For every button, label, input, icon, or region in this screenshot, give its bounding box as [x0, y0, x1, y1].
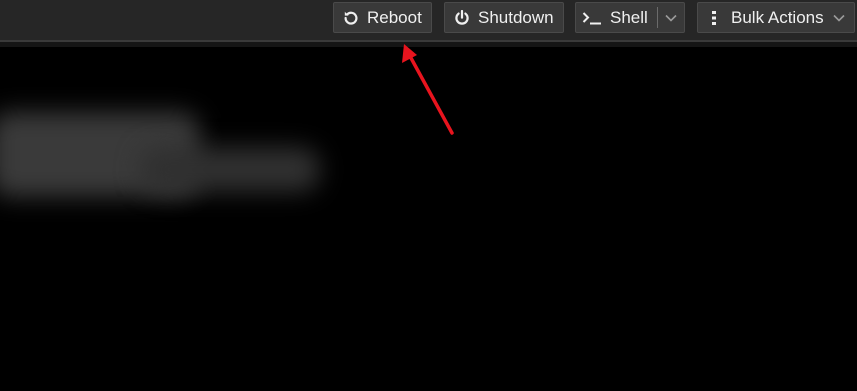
chevron-down-icon — [665, 14, 677, 22]
shell-button[interactable]: Shell — [576, 3, 648, 32]
shutdown-button[interactable]: Shutdown — [444, 2, 564, 33]
reboot-icon — [343, 10, 359, 26]
chevron-down-icon — [833, 14, 845, 22]
action-toolbar: Reboot Shutdown Shell Bulk Actions — [0, 0, 857, 40]
content-area — [0, 47, 857, 391]
vertical-dots-icon — [711, 10, 717, 26]
reboot-button[interactable]: Reboot — [333, 2, 432, 33]
shell-split-button: Shell — [575, 2, 685, 33]
power-icon — [454, 9, 470, 26]
shutdown-label: Shutdown — [478, 7, 554, 27]
bulk-actions-label: Bulk Actions — [731, 7, 824, 27]
terminal-icon — [582, 11, 602, 25]
bulk-actions-button[interactable]: Bulk Actions — [697, 2, 855, 33]
blurred-content-tail — [140, 147, 320, 192]
reboot-label: Reboot — [367, 7, 422, 27]
shell-label: Shell — [610, 7, 648, 27]
shell-dropdown-toggle[interactable] — [658, 3, 684, 32]
